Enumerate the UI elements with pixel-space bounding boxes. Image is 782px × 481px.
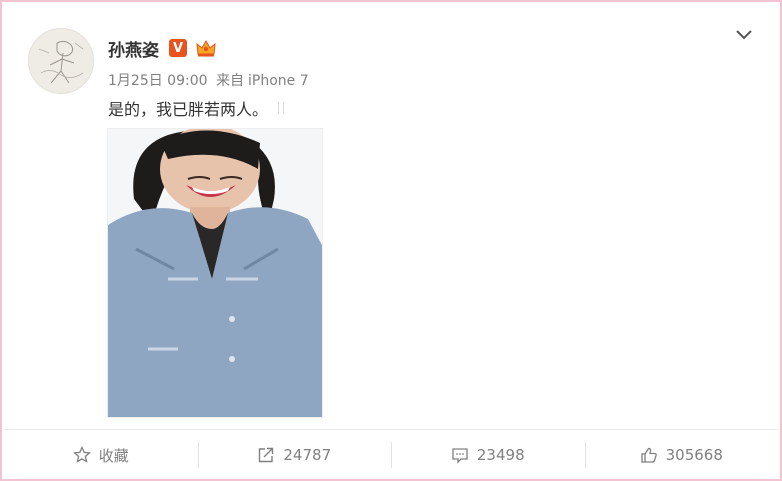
action-bar: 收藏 24787 23498 305668 bbox=[4, 430, 778, 480]
author-row: 孙燕姿 V bbox=[108, 34, 217, 62]
avatar-sketch-icon bbox=[29, 29, 93, 93]
comment-icon bbox=[452, 448, 468, 464]
thumbs-up-icon bbox=[640, 447, 657, 463]
text-marks bbox=[278, 102, 285, 114]
like-count: 305668 bbox=[665, 446, 723, 464]
photo-image bbox=[108, 129, 322, 417]
post-text: 是的，我已胖若两人。 bbox=[108, 96, 285, 120]
post-time[interactable]: 1月25日 09:00 bbox=[108, 73, 208, 89]
post-source: iPhone 7 bbox=[247, 73, 309, 89]
post-source-prefix: 来自 bbox=[215, 73, 244, 89]
star-icon bbox=[72, 446, 91, 463]
repost-button[interactable]: 24787 bbox=[197, 430, 392, 480]
comment-count: 23498 bbox=[476, 446, 525, 464]
favorite-button[interactable]: 收藏 bbox=[4, 430, 198, 480]
like-button[interactable]: 305668 bbox=[584, 430, 779, 480]
verified-v-icon[interactable]: V bbox=[169, 39, 187, 57]
post-text-content: 是的，我已胖若两人。 bbox=[108, 100, 269, 119]
weibo-post-card: 孙燕姿 V 1月25日 09:00 来自iPhone 7 是的，我已胖若两人。 bbox=[0, 0, 782, 481]
repost-count: 24787 bbox=[283, 446, 332, 464]
post-photo[interactable] bbox=[107, 128, 323, 418]
author-name[interactable]: 孙燕姿 bbox=[108, 36, 159, 61]
crown-icon[interactable] bbox=[195, 38, 217, 58]
chevron-down-icon[interactable] bbox=[734, 27, 754, 43]
share-arrow-icon bbox=[259, 447, 274, 463]
favorite-label: 收藏 bbox=[98, 446, 129, 465]
user-avatar[interactable] bbox=[28, 28, 94, 94]
post-meta: 1月25日 09:00 来自 iPhone 7 bbox=[108, 70, 313, 90]
comment-button[interactable]: 23498 bbox=[391, 430, 585, 480]
